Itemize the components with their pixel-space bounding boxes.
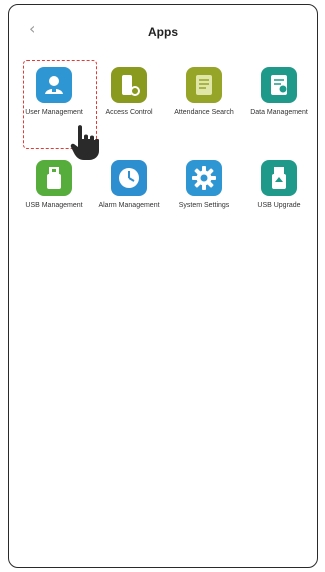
app-label: System Settings	[178, 202, 230, 209]
usb-icon	[36, 160, 72, 196]
app-label: USB Upgrade	[257, 202, 301, 209]
app-label: Access Control	[105, 109, 153, 116]
header: ‹ Apps	[9, 5, 317, 53]
gear-icon	[186, 160, 222, 196]
document-icon	[186, 67, 222, 103]
app-system-settings[interactable]: System Settings	[166, 160, 242, 210]
page-title: Apps	[148, 25, 178, 39]
clock-icon	[111, 160, 147, 196]
app-access-control[interactable]: Access Control	[91, 67, 167, 117]
app-label: Attendance Search	[174, 109, 234, 116]
app-attendance-search[interactable]: Attendance Search	[166, 67, 242, 117]
app-alarm-management[interactable]: Alarm Management	[91, 160, 167, 210]
app-label: Data Management	[250, 109, 308, 116]
app-label: Alarm Management	[98, 202, 160, 209]
app-usb-management[interactable]: USB Management	[16, 160, 92, 210]
app-label: USB Management	[25, 202, 83, 209]
device-screen: ‹ Apps User Management Access Control At…	[8, 4, 318, 568]
app-usb-upgrade[interactable]: USB Upgrade	[241, 160, 317, 210]
app-data-management[interactable]: Data Management	[241, 67, 317, 117]
usb-upgrade-icon	[261, 160, 297, 196]
hand-pointer-icon	[70, 125, 99, 160]
database-icon	[261, 67, 297, 103]
lock-icon	[111, 67, 147, 103]
